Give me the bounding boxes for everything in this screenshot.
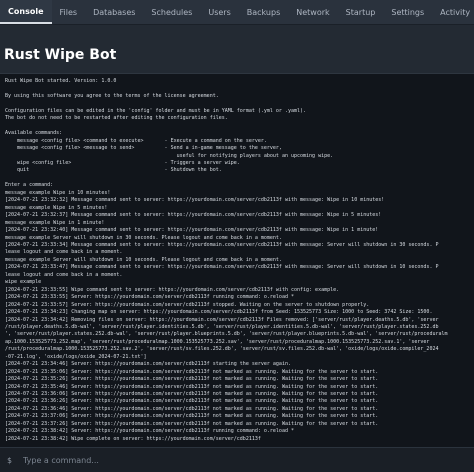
console-line: [2024-07-21 23:33:57] Server: https://yo… <box>5 301 370 308</box>
console-line: [2024-07-21 23:35:46] Server: https://yo… <box>5 383 379 390</box>
console-line: The bot do not need to be restarted afte… <box>5 115 228 122</box>
console-line: Enter a command: <box>5 182 54 189</box>
console-page: Rust Wipe Bot Rust Wipe Bot started. Ver… <box>0 25 474 472</box>
server-nav-tabs: Console Files Databases Schedules Users … <box>0 0 474 25</box>
console-line: message example Wipe in 1 minute! <box>5 219 105 226</box>
console-line: Rust Wipe Bot started. Version: 1.0.0 <box>5 78 117 84</box>
tab-users[interactable]: Users <box>200 0 238 24</box>
console-line: ', 'server/rust/player.states.252.db-wal… <box>5 331 448 338</box>
console-line: [2024-07-21 23:37:06] Server: https://yo… <box>5 413 379 420</box>
console-line: [2024-07-21 23:34:42] Removing files on … <box>5 316 439 323</box>
tab-network[interactable]: Network <box>288 0 337 24</box>
console-line: message example Server will shutdown in … <box>5 256 282 263</box>
console-line: ap.1000.153525773.252.map', 'server/rust… <box>5 338 430 345</box>
console-line: [2024-07-21 23:32:37] Message command se… <box>5 212 382 219</box>
console-line: [2024-07-21 23:32:40] Message command se… <box>5 227 379 234</box>
tab-files[interactable]: Files <box>52 0 86 24</box>
console-line: [2024-07-21 23:34:46] Server: https://yo… <box>5 361 291 368</box>
console-line: lease logout and come back in a moment. <box>5 249 123 256</box>
console-line: [2024-07-21 23:37:26] Server: https://yo… <box>5 420 379 427</box>
tab-databases[interactable]: Databases <box>85 0 143 24</box>
console-line: [2024-07-21 23:34:23] Changing map on se… <box>5 309 433 316</box>
command-input[interactable] <box>21 454 466 466</box>
console-line: quit - Shutdown the bot. <box>5 167 222 174</box>
console-output[interactable]: Rust Wipe Bot started. Version: 1.0.0 By… <box>5 78 471 444</box>
console-line: message example Wipe in 5 minutes! <box>5 204 108 211</box>
console-line: Configuration files can be edited in the… <box>5 107 307 114</box>
console-line: message <config file> <command to execut… <box>5 137 267 144</box>
prompt-icon: $ <box>7 455 12 465</box>
console-line: wipe example <box>5 279 42 286</box>
page-title: Rust Wipe Bot <box>4 47 117 63</box>
tab-settings[interactable]: Settings <box>383 0 432 24</box>
console-line: /rust/proceduralmap.1000.153525773.252.s… <box>5 346 439 353</box>
console-line: [2024-07-21 23:35:06] Server: https://yo… <box>5 368 379 375</box>
console-line: message <config file> <message to send> … <box>5 145 282 152</box>
console-line: message example Server will shutdown in … <box>5 234 282 241</box>
console-line: [2024-07-21 23:32:32] Message command se… <box>5 197 385 204</box>
console-line: [2024-07-21 23:33:47] Message command se… <box>5 264 439 271</box>
console-panel: Rust Wipe Bot started. Version: 1.0.0 By… <box>0 73 474 472</box>
console-line: [2024-07-21 23:33:55] Server: https://yo… <box>5 294 294 301</box>
tab-startup[interactable]: Startup <box>338 0 384 24</box>
console-line: [2024-07-21 23:33:34] Message command se… <box>5 241 439 248</box>
console-line: [2024-07-21 23:36:06] Server: https://yo… <box>5 391 379 398</box>
console-line: Available commands: <box>5 130 63 137</box>
console-line: /rust/player.deaths.5.db-wal', 'server/r… <box>5 323 439 330</box>
console-line: lease logout and come back in a moment. <box>5 271 123 278</box>
console-line: message example Wipe in 10 minutes! <box>5 189 111 196</box>
tab-console[interactable]: Console <box>0 0 52 24</box>
tab-schedules[interactable]: Schedules <box>143 0 200 24</box>
console-line: useful for notifying players about an up… <box>5 152 334 159</box>
console-line: [2024-07-21 23:33:55] Wipe command sent … <box>5 286 340 293</box>
console-line: [2024-07-21 23:35:26] Server: https://yo… <box>5 376 379 383</box>
console-line: wipe <config file> - Triggers a server w… <box>5 159 240 166</box>
console-line: By using this software you agree to the … <box>5 92 219 99</box>
console-line: [2024-07-21 23:38:42] Wipe complete on s… <box>5 435 261 442</box>
tab-activity[interactable]: Activity <box>432 0 474 24</box>
console-line: [2024-07-21 23:36:26] Server: https://yo… <box>5 398 379 405</box>
console-line: [2024-07-21 23:38:42] Server: https://yo… <box>5 428 294 435</box>
tab-backups[interactable]: Backups <box>239 0 289 24</box>
console-line: -07-21.log', 'oxide/logs/oxide_2024-07-2… <box>5 353 147 360</box>
command-input-row: $ <box>0 447 474 472</box>
console-line: [2024-07-21 23:36:46] Server: https://yo… <box>5 405 379 412</box>
